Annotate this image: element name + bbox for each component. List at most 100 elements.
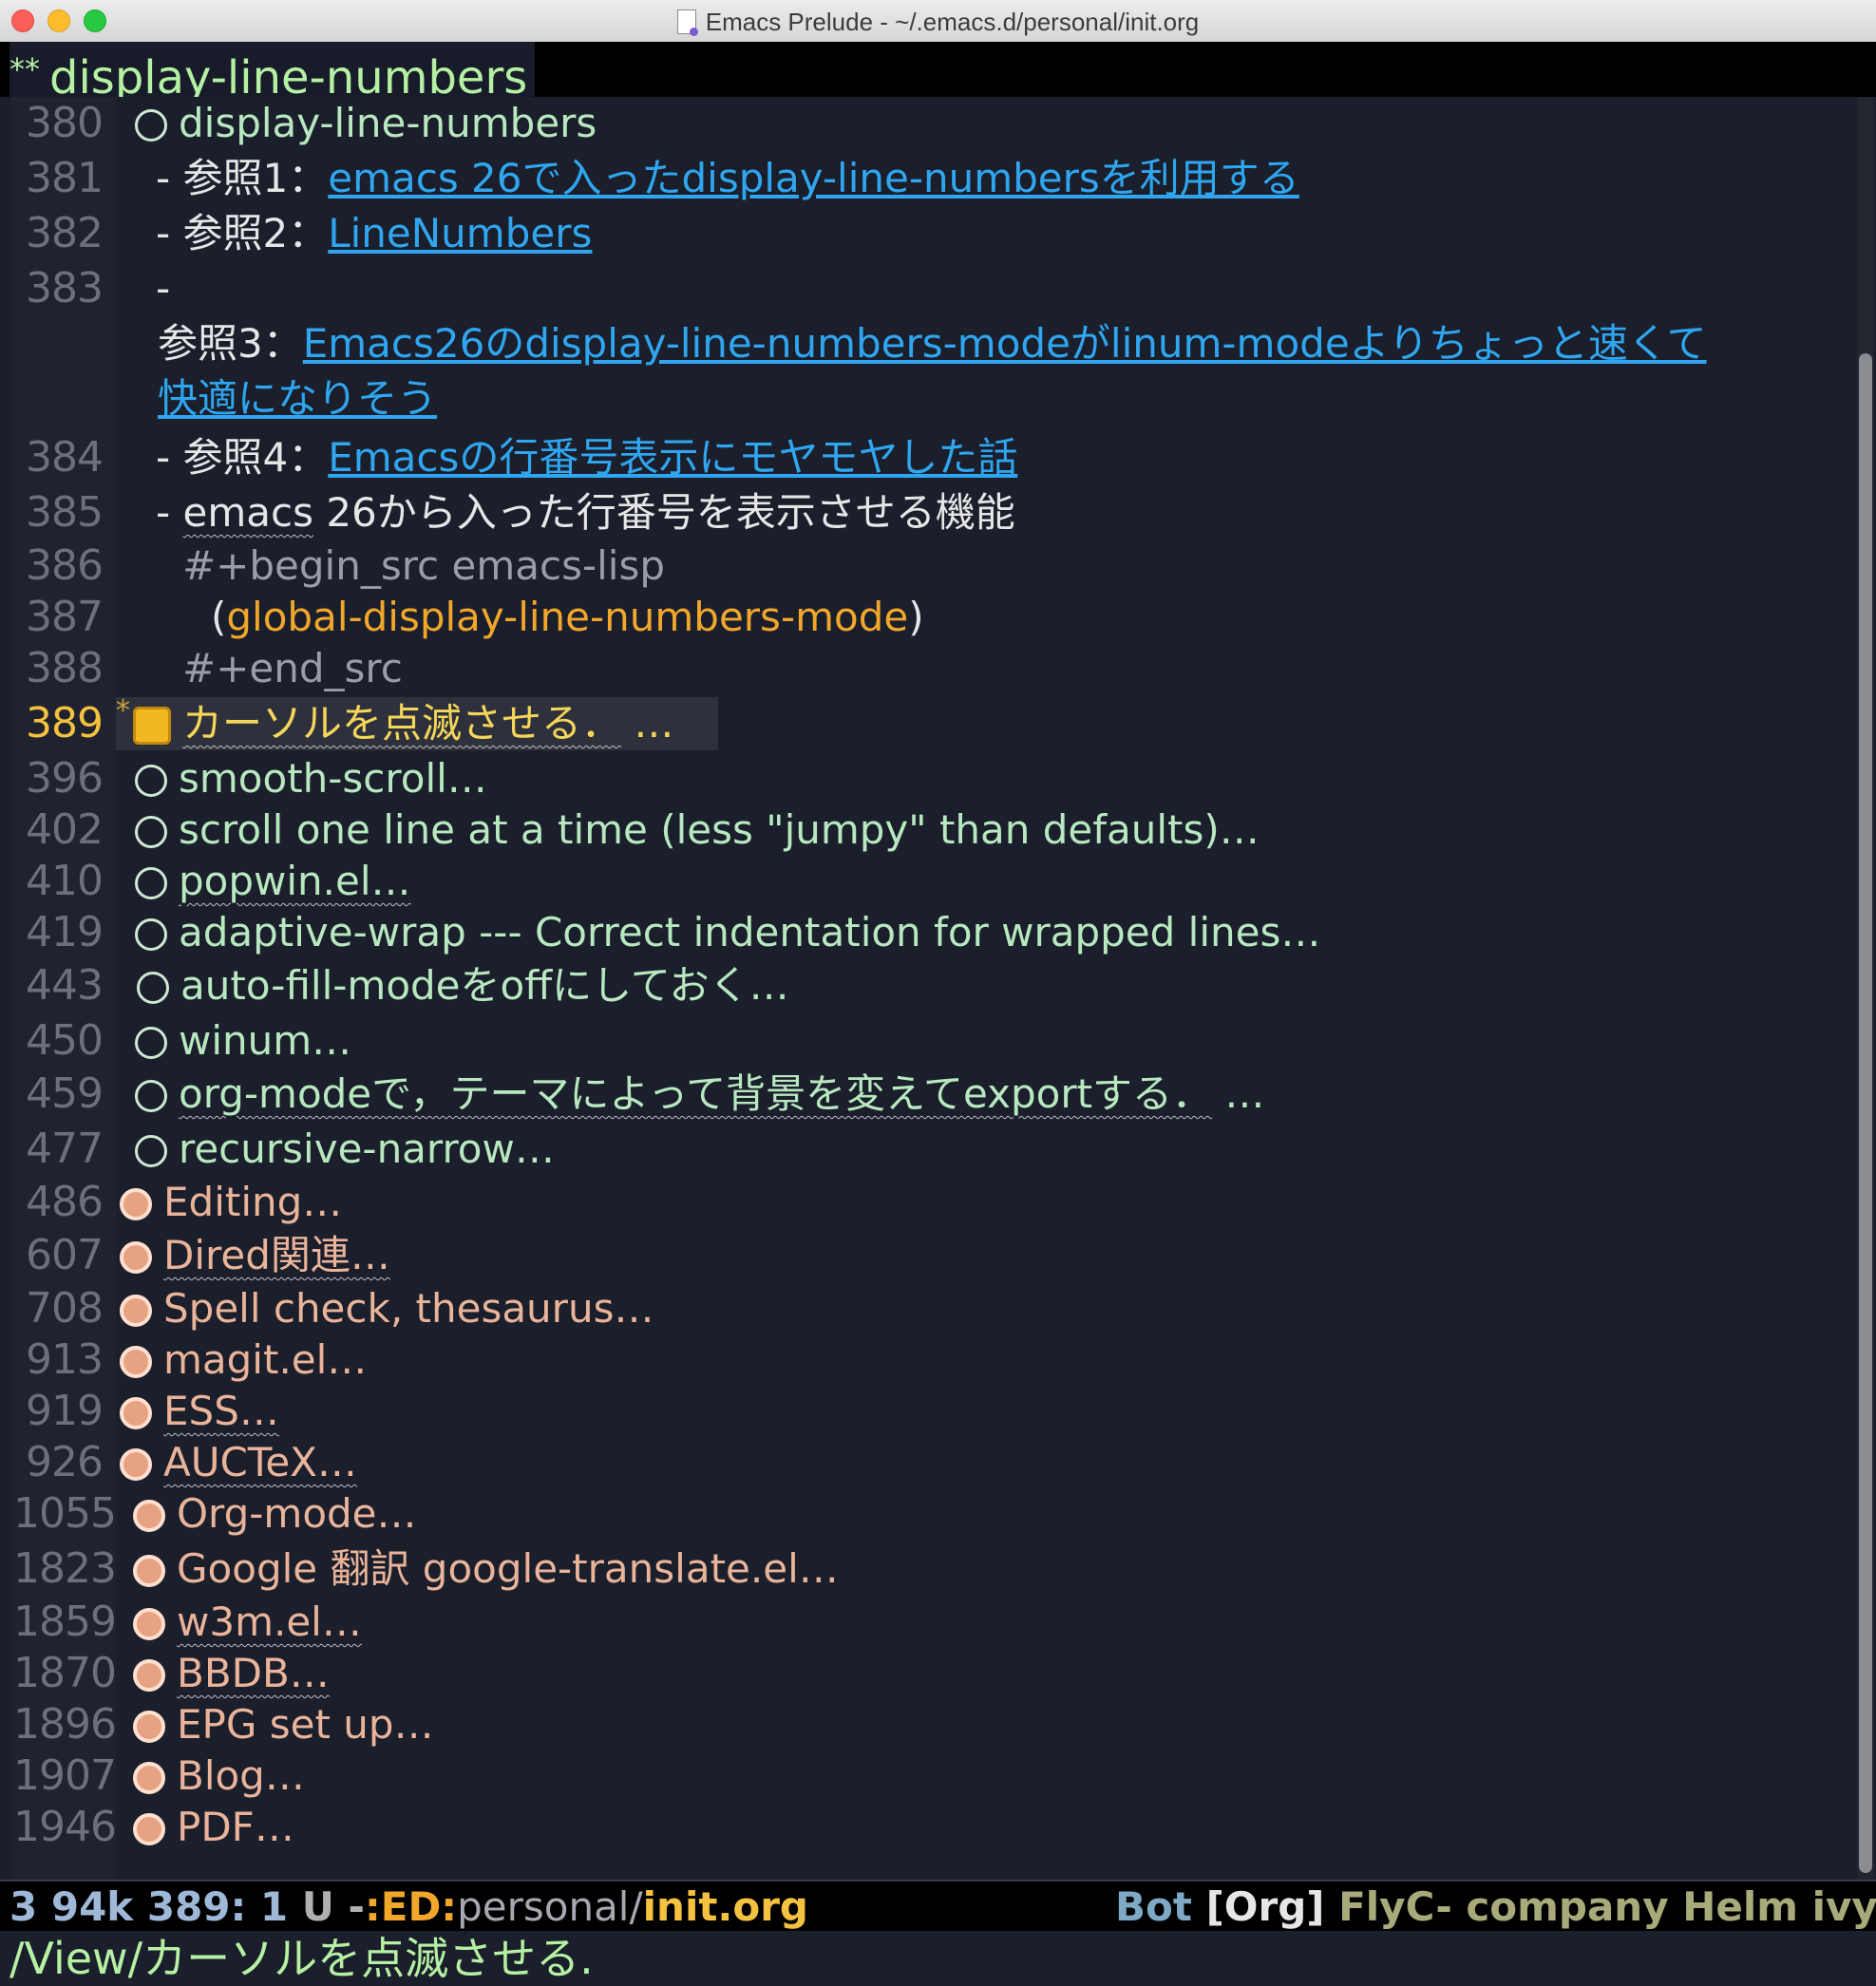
- line-number: 419: [26, 908, 104, 956]
- buffer-directory: personal/: [457, 1883, 643, 1930]
- buffer-line-wrapped[interactable]: 快適になりそう: [0, 372, 1862, 426]
- org-heading-row[interactable]: 926 AUCTeX…: [0, 1436, 1862, 1489]
- line-number: 1859: [13, 1598, 117, 1646]
- heading-text: AUCTeX…: [163, 1439, 357, 1485]
- org-bullet-icon[interactable]: [135, 109, 167, 142]
- org-bullet-icon[interactable]: [133, 1500, 165, 1532]
- org-bullet-icon[interactable]: [133, 1762, 165, 1794]
- buffer-line[interactable]: 386 #+begin_src emacs-lisp: [0, 539, 1862, 593]
- heading-text: EPG set up…: [177, 1701, 434, 1748]
- org-heading-row[interactable]: 459 org-modeで，テーマによって背景を変えてexportする． …: [0, 1068, 1862, 1121]
- line-number: 383: [26, 264, 104, 312]
- minor-modes[interactable]: FlyC- company Helm ivy E: [1324, 1883, 1876, 1930]
- org-heading-row[interactable]: 607 Dired関連…: [0, 1229, 1862, 1282]
- org-heading-row[interactable]: 1859 w3m.el…: [0, 1596, 1862, 1649]
- org-heading-row[interactable]: 1055 Org-mode…: [0, 1487, 1862, 1541]
- buffer-line[interactable]: 384 - 参照4：Emacsの行番号表示にモヤモヤした話: [0, 431, 1862, 484]
- org-bullet-icon[interactable]: [120, 1188, 152, 1220]
- org-bullet-icon[interactable]: [133, 1608, 165, 1640]
- heading-text: recursive-narrow…: [179, 1125, 555, 1172]
- org-heading-row[interactable]: 1896 EPG set up…: [0, 1698, 1862, 1751]
- buffer-line[interactable]: 380 display-line-numbers: [0, 97, 1862, 150]
- org-heading-row[interactable]: 1946 PDF…: [0, 1801, 1862, 1854]
- list-item-text: 26から入った行番号を表示させる機能: [313, 489, 1015, 536]
- editor-buffer[interactable]: 380 display-line-numbers 381 - 参照1：emacs…: [0, 97, 1876, 1880]
- buffer-line[interactable]: 388 #+end_src: [0, 642, 1862, 695]
- reference-link-4[interactable]: Emacsの行番号表示にモヤモヤした話: [328, 434, 1017, 481]
- header-stars: **: [9, 51, 40, 87]
- buffer-line[interactable]: 387 (global-display-line-numbers-mode): [0, 591, 1862, 644]
- org-bullet-icon[interactable]: [135, 918, 167, 951]
- org-bullet-icon[interactable]: [133, 1711, 165, 1743]
- list-item-prefix: - 参照2：: [156, 210, 329, 256]
- paren-close: ): [908, 594, 924, 640]
- line-number: 381: [26, 154, 104, 202]
- heading-ellipsis[interactable]: …: [621, 700, 673, 747]
- buffer-line-current[interactable]: 389 * カーソルを点滅させる． …: [0, 697, 1862, 750]
- list-item-dash: -: [156, 265, 171, 312]
- scroll-position: Bot: [1115, 1883, 1206, 1930]
- org-bullet-icon[interactable]: [135, 1027, 167, 1059]
- org-heading-row[interactable]: 396 smooth-scroll…: [0, 752, 1862, 805]
- line-number: 402: [26, 805, 104, 854]
- org-bullet-icon[interactable]: [120, 1241, 152, 1274]
- window-titlebar: Emacs Prelude - ~/.emacs.d/personal/init…: [0, 0, 1876, 43]
- heading-text: Spell check, thesaurus…: [163, 1285, 654, 1332]
- line-number: 380: [26, 99, 104, 147]
- org-heading-row[interactable]: 443 auto-fill-modeをoffにしておく…: [0, 959, 1862, 1012]
- org-bullet-icon[interactable]: [120, 1448, 152, 1481]
- reference-link-3[interactable]: Emacs26のdisplay-line-numbers-modeがlinum-…: [303, 320, 1707, 367]
- buffer-line[interactable]: 381 - 参照1：emacs 26で入ったdisplay-line-numbe…: [0, 152, 1862, 205]
- org-bullet-icon[interactable]: [120, 1397, 152, 1429]
- org-bullet-icon[interactable]: [135, 816, 167, 848]
- org-heading-row[interactable]: 1870 BBDB…: [0, 1647, 1862, 1700]
- org-bullet-icon[interactable]: [120, 1346, 152, 1378]
- org-heading-row[interactable]: 919 ESS…: [0, 1385, 1862, 1438]
- org-heading-row[interactable]: 410 popwin.el…: [0, 855, 1862, 908]
- major-mode[interactable]: [Org]: [1206, 1883, 1325, 1930]
- reference-link-2[interactable]: LineNumbers: [328, 210, 592, 256]
- org-heading-row[interactable]: 477 recursive-narrow…: [0, 1123, 1862, 1176]
- org-bullet-icon[interactable]: [133, 1813, 165, 1845]
- org-heading-row[interactable]: 402 scroll one line at a time (less "jum…: [0, 804, 1862, 857]
- org-bullet-icon[interactable]: [120, 1295, 152, 1327]
- heading-text: magit.el…: [163, 1336, 368, 1383]
- window-title: Emacs Prelude - ~/.emacs.d/personal/init…: [0, 8, 1876, 37]
- heading-text: org-modeで，テーマによって背景を変えてexportする．: [179, 1070, 1213, 1117]
- org-heading-row[interactable]: 450 winum…: [0, 1014, 1862, 1068]
- heading-text: Dired関連…: [163, 1232, 390, 1278]
- line-number: 384: [26, 433, 104, 482]
- org-bullet-icon[interactable]: [133, 1659, 165, 1692]
- org-bullet-icon[interactable]: [137, 972, 169, 1004]
- heading-text: adaptive-wrap --- Correct indentation fo…: [179, 909, 1321, 955]
- reference-link-3-continued[interactable]: 快適になりそう: [158, 375, 437, 422]
- org-bullet-icon[interactable]: [135, 765, 167, 797]
- minibuffer[interactable]: /View/カーソルを点滅させる.: [0, 1931, 1876, 1986]
- buffer-line[interactable]: 383 -: [0, 262, 1862, 315]
- heading-ellipsis[interactable]: …: [1212, 1070, 1264, 1117]
- scrollbar-thumb[interactable]: [1859, 353, 1872, 1873]
- org-bullet-icon[interactable]: [133, 1555, 165, 1587]
- org-heading-row[interactable]: 1907 Blog…: [0, 1750, 1862, 1803]
- org-heading-row[interactable]: 486 Editing…: [0, 1176, 1862, 1229]
- org-heading-row[interactable]: 913 magit.el…: [0, 1333, 1862, 1387]
- org-bullet-icon[interactable]: [135, 1135, 167, 1167]
- paren-open: (: [211, 594, 227, 640]
- line-number: 450: [26, 1016, 104, 1065]
- reference-link-1[interactable]: emacs 26で入ったdisplay-line-numbersを利用する: [328, 155, 1299, 201]
- org-bullet-icon[interactable]: [135, 867, 167, 899]
- buffer-line[interactable]: 382 - 参照2：LineNumbers: [0, 207, 1862, 260]
- window-title-text: Emacs Prelude - ~/.emacs.d/personal/init…: [705, 8, 1200, 36]
- org-heading-row[interactable]: 708 Spell check, thesaurus…: [0, 1282, 1862, 1335]
- org-heading-row[interactable]: 419 adaptive-wrap --- Correct indentatio…: [0, 906, 1862, 959]
- header-breadcrumb: ** display-line-numbers: [9, 42, 536, 104]
- org-bullet-icon[interactable]: [135, 1080, 167, 1112]
- buffer-line-wrapped[interactable]: 参照3：Emacs26のdisplay-line-numbers-modeがli…: [0, 317, 1862, 370]
- line-number: 385: [26, 488, 104, 537]
- buffer-filename[interactable]: init.org: [643, 1883, 808, 1930]
- buffer-line[interactable]: 385 - emacs 26から入った行番号を表示させる機能: [0, 486, 1862, 539]
- org-heading-row[interactable]: 1823 Google 翻訳 google-translate.el…: [0, 1542, 1862, 1596]
- line-number: 926: [26, 1438, 104, 1486]
- cursor-bullet-icon[interactable]: [133, 707, 171, 745]
- src-block-begin: #+begin_src emacs-lisp: [182, 542, 665, 589]
